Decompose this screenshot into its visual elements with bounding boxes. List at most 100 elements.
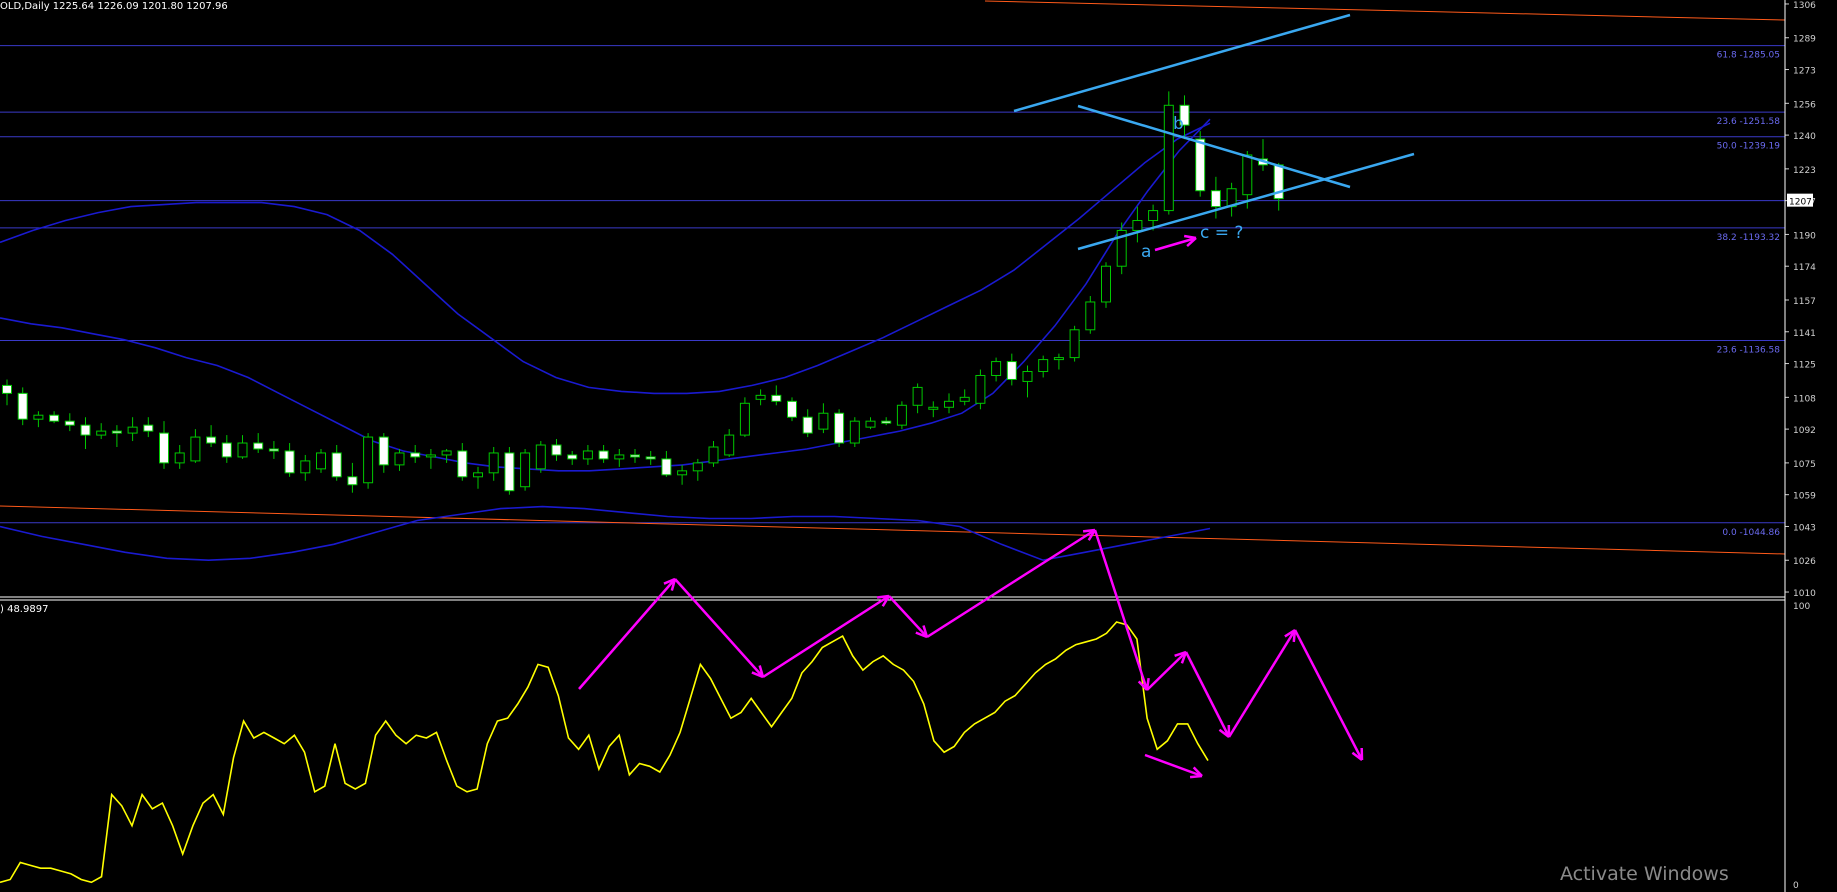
candle-body [1038,359,1049,373]
candle-body [96,430,107,436]
fib-level-label: 0.0 -1044.86 [1722,528,1780,538]
candle-body [378,436,389,466]
fib-level-label: 23.6 -1251.58 [1717,117,1781,127]
wave-label: b [1173,114,1184,134]
price-tick-label: 1273 [1793,67,1816,77]
candle-body [1069,329,1080,359]
candle-body [645,456,656,460]
candle-body [80,424,91,436]
candle-body [1210,190,1221,208]
fib-level-label: 23.6 -1136.58 [1717,346,1781,356]
candle-body [253,442,264,450]
price-tick-label: 1010 [1793,589,1816,599]
price-tick-label: 1125 [1793,361,1816,371]
price-tick-label: 1174 [1793,263,1816,273]
candle-body [551,444,562,456]
candle-body [582,450,593,460]
fib-level-label: 38.2 -1193.32 [1717,233,1780,243]
price-tick-label: 1289 [1793,35,1816,45]
candle-body [614,454,625,460]
candle-body [849,420,860,444]
price-tick-label: 1223 [1793,166,1816,176]
price-tick-label: 1141 [1793,329,1816,339]
price-tick-label: 1108 [1793,394,1816,404]
candle-body [33,414,44,420]
candle-body [425,454,436,458]
candle-body [127,426,138,434]
candle-body [520,452,531,488]
chart-window[interactable]: OLD,Daily 1225.64 1226.09 1201.80 1207.9… [0,0,1837,892]
candle-body [1006,361,1017,380]
candle-body [363,436,374,484]
price-tick-label: 1306 [1793,1,1816,11]
candle-body [473,472,483,478]
candle-body [598,450,609,460]
candle-body [771,394,782,402]
candle-body [567,454,578,460]
price-tick-label: 1043 [1793,523,1816,533]
chart-background [0,0,1837,892]
oscillator-tick-label: 0 [1793,881,1799,891]
candle-body [1148,210,1159,222]
price-tick-label: 1256 [1793,100,1816,110]
candle-body [724,434,735,456]
candle-body [316,452,326,470]
candle-body [881,420,892,424]
candle-body [49,414,60,422]
candle-body [143,424,154,432]
price-tick-label: 1092 [1793,426,1816,436]
symbol-header: OLD,Daily 1225.64 1226.09 1201.80 1207.9… [0,1,228,12]
fib-level-label: 50.0 -1239.19 [1717,142,1781,152]
candle-body [991,361,1002,376]
candle-body [1053,357,1064,361]
candle-body [1242,154,1253,196]
price-tick-label: 1157 [1793,297,1816,307]
price-tick-label: 1190 [1793,231,1816,241]
candle-body [975,374,986,404]
candle-body [190,436,201,462]
candle-body [1085,301,1096,331]
indicator-header: ) 48.9897 [0,604,48,615]
candle-body [284,450,295,474]
candle-body [959,396,970,402]
candle-body [677,470,688,476]
price-tick-label: 1026 [1793,557,1816,567]
candle-body [1163,104,1174,212]
candle-body [692,462,703,472]
candle-body [739,402,750,436]
candle-body [928,406,939,410]
price-tick-label: 1059 [1793,492,1816,502]
candle-body [504,452,515,492]
candle-body [865,420,876,428]
candle-body [64,420,75,426]
wave-label: a [1141,242,1151,262]
candle-body [708,446,719,464]
candle-body [174,452,185,464]
candle-body [441,450,452,456]
price-tick-label: 1240 [1793,132,1816,142]
candle-body [237,442,248,458]
activate-windows-watermark: Activate Windows [1560,863,1729,885]
candle-body [111,430,122,434]
price-tick-label: 1075 [1793,460,1816,470]
candle-body [818,412,829,430]
candle-body [1101,265,1111,303]
candle-body [206,436,217,444]
candle-body [802,416,813,434]
candle-body [410,452,421,458]
candle-body [221,442,232,458]
candle-body [1132,220,1143,231]
candle-body [535,444,546,470]
candle-body [17,392,28,420]
candle-body [787,400,797,418]
candle-body [1022,371,1033,382]
candle-body [834,412,845,444]
candle-body [755,394,766,400]
candle-body [300,460,311,474]
fib-level-label: 61.8 -1285.05 [1717,51,1780,61]
candle-body [944,400,954,408]
candle-body [394,452,405,466]
candle-body [268,448,279,452]
oscillator-tick-label: 100 [1793,602,1810,612]
wave-label: c = ? [1200,223,1243,243]
